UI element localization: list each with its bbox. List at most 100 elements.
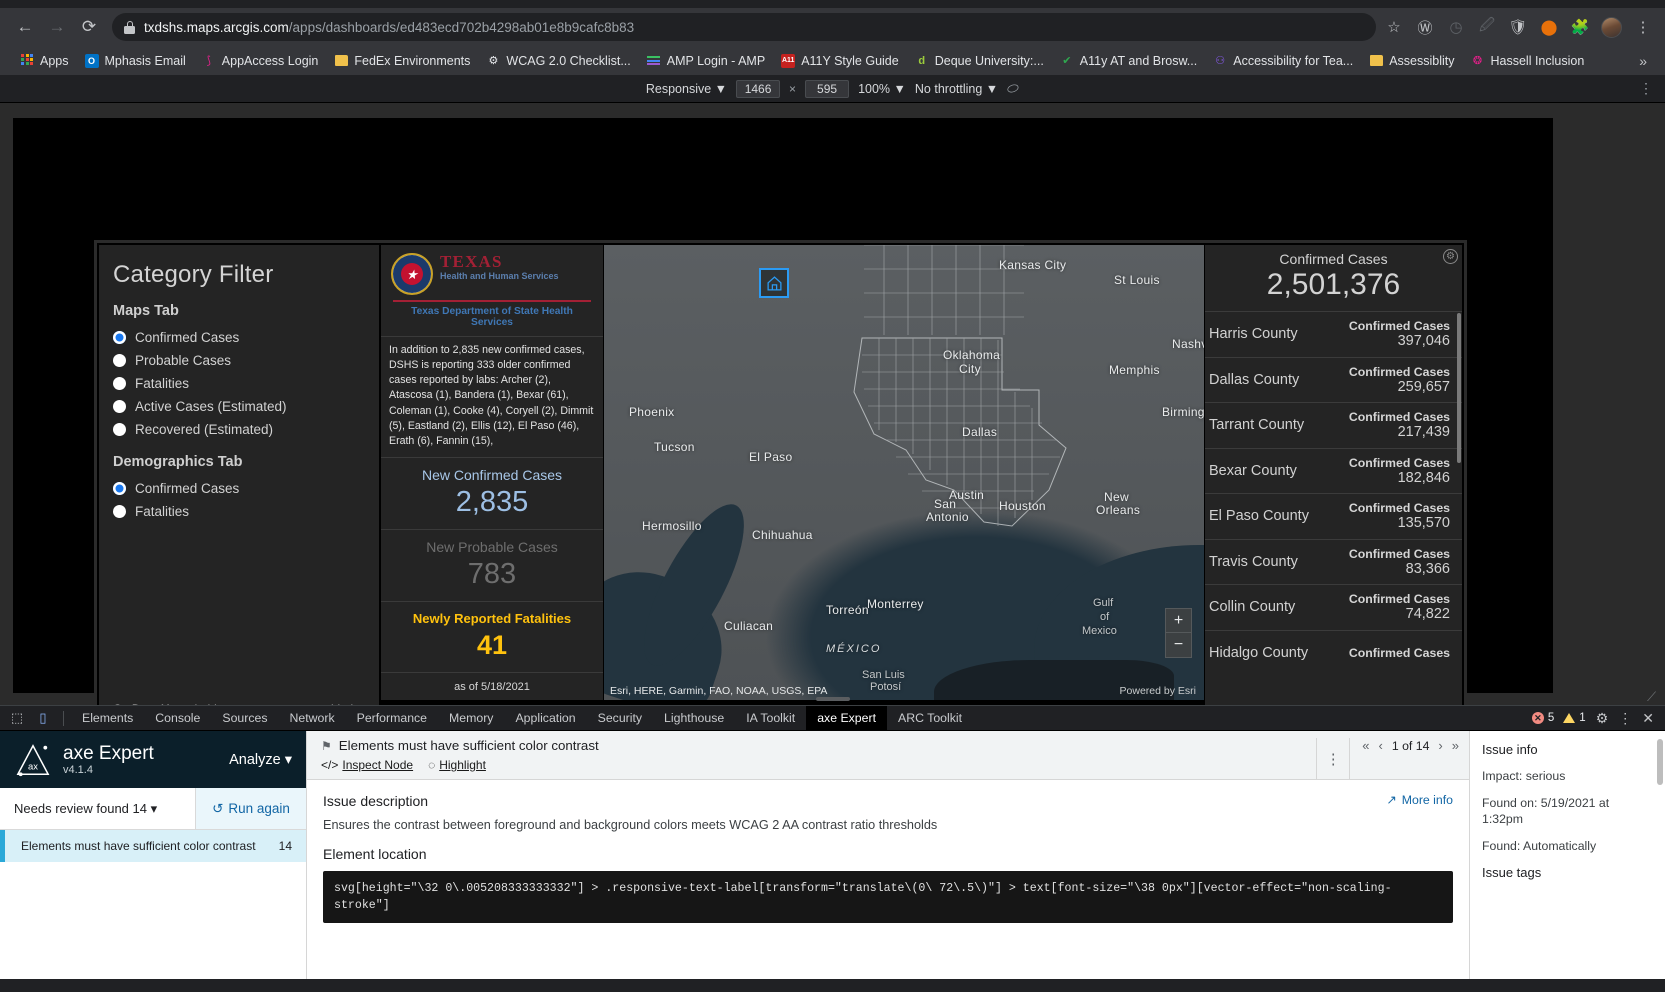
viewport-width-input[interactable]: 1466 (736, 79, 781, 98)
next-page-icon[interactable]: › (1438, 738, 1442, 753)
total-value: 2,501,376 (1266, 268, 1401, 301)
devtools-tab-security[interactable]: Security (587, 706, 653, 731)
devtools-tab-memory[interactable]: Memory (438, 706, 504, 731)
reload-icon[interactable]: ⟳ (74, 12, 104, 42)
devtools-tab-lighthouse[interactable]: Lighthouse (653, 706, 735, 731)
prev-page-icon[interactable]: ‹ (1378, 738, 1382, 753)
forward-icon[interactable]: → (42, 12, 72, 42)
bookmark-amp-login[interactable]: AMP Login - AMP (639, 51, 773, 71)
county-row[interactable]: Hidalgo County Confirmed Cases (1205, 629, 1462, 676)
issue-header: ⚑ Elements must have sufficient color co… (307, 731, 1469, 780)
bookmark-deque-university[interactable]: d Deque University:... (907, 51, 1052, 71)
devtools-menu-icon[interactable]: ⋮ (1618, 710, 1632, 727)
browser-toolbar: ← → ⟳ txdshs.maps.arcgis.com/apps/dashbo… (0, 8, 1665, 46)
analyze-button[interactable]: Analyze ▾ (229, 752, 292, 768)
back-icon[interactable]: ← (10, 12, 40, 42)
inspect-node-action[interactable]: </> Inspect Node (321, 758, 413, 772)
county-row[interactable]: Collin County Confirmed Cases 74,822 (1205, 584, 1462, 630)
throttling-select[interactable]: No throttling ▼ (915, 82, 998, 96)
devtools-tab-performance[interactable]: Performance (346, 706, 438, 731)
rotate-icon[interactable]: ⬭ (1005, 78, 1022, 98)
first-page-icon[interactable]: « (1362, 738, 1369, 753)
devtools-tab-sources[interactable]: Sources (211, 706, 278, 731)
inspect-icon[interactable]: ⬚ (4, 707, 30, 729)
bookmark-accessibility-for-teams[interactable]: ⚇ Accessibility for Tea... (1205, 51, 1361, 71)
clock-extension-icon[interactable]: ◷ (1446, 17, 1466, 37)
zoom-in-button[interactable]: + (1165, 608, 1192, 633)
county-row[interactable]: Travis County Confirmed Cases 83,366 (1205, 538, 1462, 585)
shield-extension-icon[interactable]: 🛡 (1508, 17, 1528, 37)
county-rows[interactable]: Harris County Confirmed Cases 397,046 Dalla… (1205, 311, 1462, 705)
issue-description-heading: Issue description (323, 793, 429, 809)
county-row[interactable]: Bexar County Confirmed Cases 182,846 (1205, 447, 1462, 494)
radio-maps-probable-cases[interactable]: Probable Cases (113, 353, 365, 368)
issue-info-scrollbar[interactable] (1657, 739, 1663, 785)
avatar[interactable] (1601, 16, 1622, 38)
radio-demographics-fatalities[interactable]: Fatalities (113, 504, 365, 519)
bookmark-appaccess-login[interactable]: ⟆ AppAccess Login (194, 51, 327, 71)
issue-menu-icon[interactable]: ⋮ (1316, 738, 1351, 780)
devtools-tab-network[interactable]: Network (279, 706, 346, 731)
county-row[interactable]: Harris County Confirmed Cases 397,046 (1205, 311, 1462, 357)
zoom-out-button[interactable]: − (1165, 633, 1192, 658)
viewport-height-input[interactable]: 595 (805, 79, 850, 98)
bookmark-label: WCAG 2.0 Checklist... (506, 53, 631, 68)
browser-menu-icon[interactable]: ⋮ (1633, 17, 1653, 37)
gear-icon[interactable]: ⚙ (1596, 710, 1609, 727)
bookmark-hassell-inclusion[interactable]: ❂ Hassell Inclusion (1462, 51, 1592, 71)
device-toolbar-menu-icon[interactable]: ⋮ (1639, 80, 1653, 97)
bookmark-mphasis-email[interactable]: O Mphasis Email (77, 51, 194, 71)
devtools-tab-arc-toolkit[interactable]: ARC Toolkit (887, 706, 973, 731)
bookmark-assessiblity[interactable]: Assessiblity (1361, 51, 1462, 71)
home-icon[interactable] (759, 268, 789, 298)
paperclip-extension-icon[interactable]: 🖉 (1477, 17, 1497, 37)
address-bar[interactable]: txdshs.maps.arcgis.com/apps/dashboards/e… (112, 13, 1376, 41)
viewport-corner-handle[interactable]: ⟋ (1647, 689, 1659, 704)
gear-icon[interactable]: ⚙ (1443, 249, 1458, 264)
needs-review-dropdown[interactable]: Needs review found 14 ▾ (0, 801, 195, 817)
bookmark-a11y-at-browsers[interactable]: ✔ A11y AT and Brosw... (1052, 51, 1205, 71)
axe-issue-list-item[interactable]: Elements must have sufficient color cont… (0, 830, 306, 862)
bookmark-wcag-checklist[interactable]: ⚙ WCAG 2.0 Checklist... (478, 51, 638, 71)
issue-count: 14 (278, 839, 292, 853)
more-info-link[interactable]: ↗ More info (1386, 793, 1453, 807)
zoom-select[interactable]: 100% ▼ (858, 82, 906, 96)
last-page-icon[interactable]: » (1452, 738, 1459, 753)
radio-maps-active-cases[interactable]: Active Cases (Estimated) (113, 399, 365, 414)
bookmark-apps[interactable]: Apps (12, 51, 77, 71)
run-again-button[interactable]: ↺ Run again (195, 788, 306, 829)
bookmark-a11y-style-guide[interactable]: A11 A11Y Style Guide (773, 51, 907, 71)
county-list-scrollbar[interactable] (1457, 313, 1461, 463)
bookmarks-bar: Apps O Mphasis Email ⟆ AppAccess Login F… (0, 46, 1665, 75)
devtools-tab-axe-expert[interactable]: axe Expert (806, 705, 888, 731)
viewport-resize-handle[interactable] (815, 697, 850, 701)
devtools-tab-elements[interactable]: Elements (71, 706, 144, 731)
county-row[interactable]: Tarrant County Confirmed Cases 217,439 (1205, 402, 1462, 448)
puzzle-extension-icon[interactable]: 🧩 (1570, 17, 1590, 37)
toolbar-icons: ☆ Ⓦ ◷ 🖉 🛡 ⬤ 🧩 ⋮ (1384, 16, 1655, 38)
wave-extension-icon[interactable]: Ⓦ (1415, 17, 1435, 37)
radio-maps-recovered[interactable]: Recovered (Estimated) (113, 422, 365, 437)
map-label: New (1104, 490, 1129, 504)
close-icon[interactable]: ✕ (1642, 710, 1654, 727)
radio-maps-fatalities[interactable]: Fatalities (113, 376, 365, 391)
devtools-tab-console[interactable]: Console (144, 706, 211, 731)
devtools-tab-ia-toolkit[interactable]: IA Toolkit (735, 706, 806, 731)
error-count-badge[interactable]: ✕ 5 1 (1531, 712, 1586, 724)
county-row[interactable]: El Paso County Confirmed Cases 135,570 (1205, 493, 1462, 539)
orange-extension-icon[interactable]: ⬤ (1539, 17, 1559, 37)
summary-stats-panel: ★ TEXAS Health and Human Services Texas … (381, 245, 603, 700)
dashboard-tabs: Maps Trends Demographics About the Data (381, 702, 1204, 705)
radio-demographics-confirmed-cases[interactable]: Confirmed Cases (113, 481, 365, 496)
bookmark-fedex-environments[interactable]: FedEx Environments (326, 51, 478, 71)
county-row[interactable]: Dallas County Confirmed Cases 259,657 (1205, 356, 1462, 403)
highlight-action[interactable]: ◌ Highlight (428, 758, 486, 772)
map-widget[interactable]: + − Esri, HERE, Garmin, FAO, NOAA, USGS,… (604, 245, 1204, 700)
radio-maps-confirmed-cases[interactable]: Confirmed Cases (113, 330, 365, 345)
device-select[interactable]: Responsive ▼ (646, 82, 727, 96)
devtools-tab-application[interactable]: Application (504, 706, 586, 731)
bookmarks-overflow-icon[interactable]: » (1633, 53, 1653, 69)
element-selector-code[interactable]: svg[height="\32 0\.005208333333332"] > .… (323, 871, 1453, 923)
device-toggle-icon[interactable]: ▯ (30, 707, 56, 729)
bookmark-star-icon[interactable]: ☆ (1384, 17, 1404, 37)
